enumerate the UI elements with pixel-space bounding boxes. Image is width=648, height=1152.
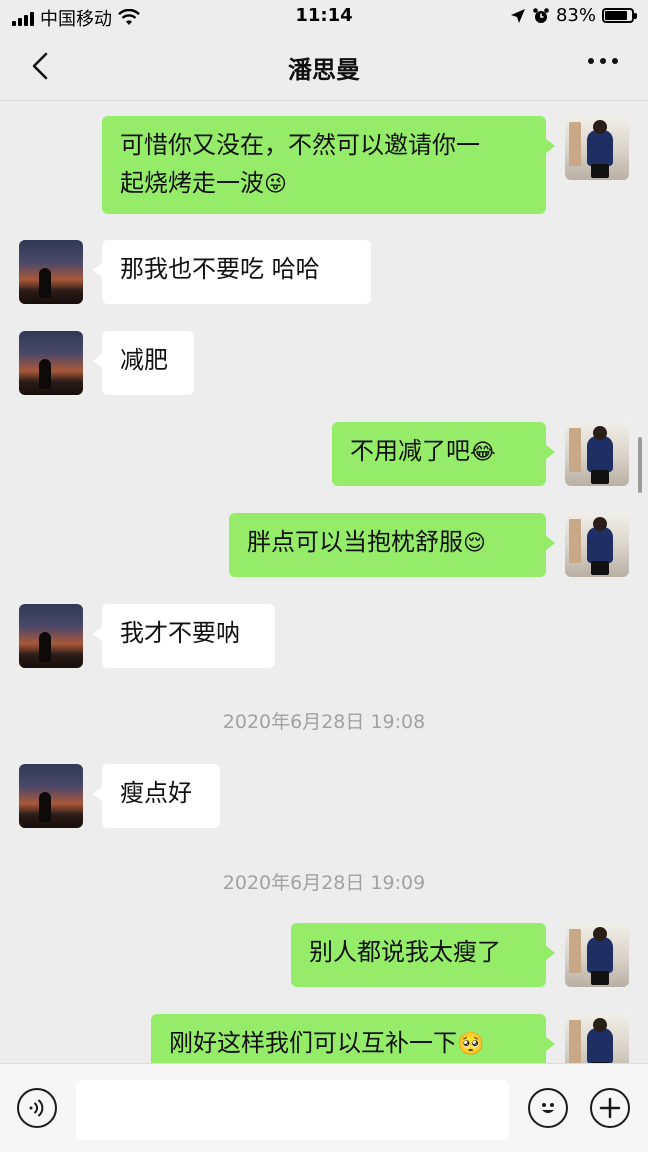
status-right: 83% <box>510 5 637 26</box>
message-text: 瘦点好 <box>120 779 192 807</box>
location-arrow-icon <box>510 8 525 23</box>
message-bubble[interactable]: 那我也不要吃 哈哈 <box>93 240 371 304</box>
contact-avatar[interactable] <box>19 764 83 828</box>
battery-percent: 83% <box>555 5 596 26</box>
contact-avatar[interactable] <box>19 604 83 668</box>
plus-button[interactable] <box>590 1088 630 1128</box>
more-icon[interactable] <box>588 58 618 64</box>
message-input[interactable] <box>76 1080 509 1140</box>
timestamp: 2020年6月28日 19:09 <box>222 872 426 894</box>
laughing-tears-emoji-icon: 😂 <box>470 440 496 465</box>
nav-bar: 潘思曼 <box>0 34 648 101</box>
message-text: 我才不要呐 <box>120 619 240 647</box>
message-bubble[interactable]: 可惜你又没在，不然可以邀请你一 起烧烤走一波😜 <box>102 116 555 214</box>
my-avatar[interactable] <box>565 1014 629 1063</box>
message-bubble[interactable]: 瘦点好 <box>93 764 220 828</box>
message-text-line2: 起烧烤走一波😜 <box>120 169 287 197</box>
message-bubble[interactable]: 别人都说我太瘦了 <box>291 923 555 987</box>
timestamp: 2020年6月28日 19:08 <box>222 711 426 733</box>
message-bubble[interactable]: 刚好这样我们可以互补一下🥺 <box>151 1014 555 1063</box>
message-text: 减肥 <box>120 346 168 374</box>
emoji-face-icon <box>542 1103 554 1113</box>
message-text: 那我也不要吃 哈哈 <box>120 255 320 283</box>
relieved-emoji-icon: 😌 <box>463 531 486 556</box>
message-text: 胖点可以当抱枕舒服 <box>247 528 463 556</box>
emoji-button[interactable] <box>528 1088 568 1128</box>
plus-icon <box>599 1097 621 1119</box>
battery-fill <box>605 11 627 20</box>
scrollbar[interactable] <box>638 437 642 493</box>
message-text: 别人都说我太瘦了 <box>309 938 501 966</box>
input-bar <box>0 1063 648 1152</box>
voice-icon <box>29 1099 44 1117</box>
battery-icon <box>602 8 637 23</box>
contact-avatar[interactable] <box>19 331 83 395</box>
my-avatar[interactable] <box>565 422 629 486</box>
message-bubble[interactable]: 减肥 <box>93 331 194 395</box>
chat-screen: 中国移动 11:14 83% 潘思曼 可惜你又没在，不然可以邀请你一 起烧烤走一… <box>0 0 648 1152</box>
chat-title: 潘思曼 <box>288 56 360 84</box>
message-bubble[interactable]: 胖点可以当抱枕舒服😌 <box>229 513 555 577</box>
message-bubble[interactable]: 我才不要呐 <box>93 604 275 668</box>
voice-button[interactable] <box>17 1088 57 1128</box>
pleading-emoji-icon: 🥺 <box>457 1032 485 1057</box>
alarm-icon <box>533 7 549 23</box>
my-avatar[interactable] <box>565 513 629 577</box>
my-avatar[interactable] <box>565 923 629 987</box>
message-bubble[interactable]: 不用减了吧😂 <box>332 422 555 486</box>
message-text: 不用减了吧 <box>350 437 470 465</box>
message-text: 刚好这样我们可以互补一下 <box>169 1029 457 1057</box>
wink-tongue-emoji-icon: 😜 <box>264 172 287 197</box>
message-list[interactable]: 可惜你又没在，不然可以邀请你一 起烧烤走一波😜 那我也不要吃 哈哈 减肥 不用减… <box>0 101 648 1063</box>
my-avatar[interactable] <box>565 116 629 180</box>
message-text: 可惜你又没在，不然可以邀请你一 <box>120 131 480 159</box>
contact-avatar[interactable] <box>19 240 83 304</box>
status-bar: 中国移动 11:14 83% <box>0 0 648 34</box>
